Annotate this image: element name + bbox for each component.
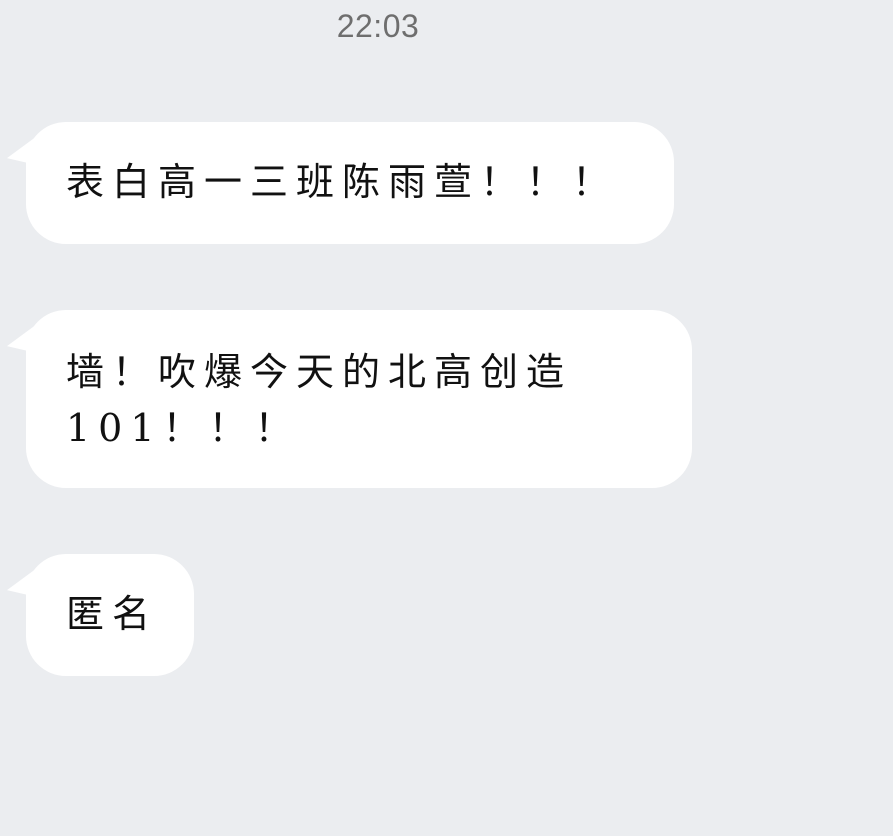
- message-text: 墙！吹爆今天的北高创造 101！！！: [66, 350, 573, 450]
- message-timestamp: 22:03: [336, 8, 420, 44]
- message-bubble-1[interactable]: 表白高一三班陈雨萱！！！: [26, 122, 674, 244]
- message-bubble-3[interactable]: 匿名: [26, 554, 194, 676]
- message-text: 表白高一三班陈雨萱！！！: [66, 160, 619, 204]
- message-text: 匿名: [66, 592, 159, 636]
- message-bubble-2[interactable]: 墙！吹爆今天的北高创造 101！！！: [26, 310, 692, 488]
